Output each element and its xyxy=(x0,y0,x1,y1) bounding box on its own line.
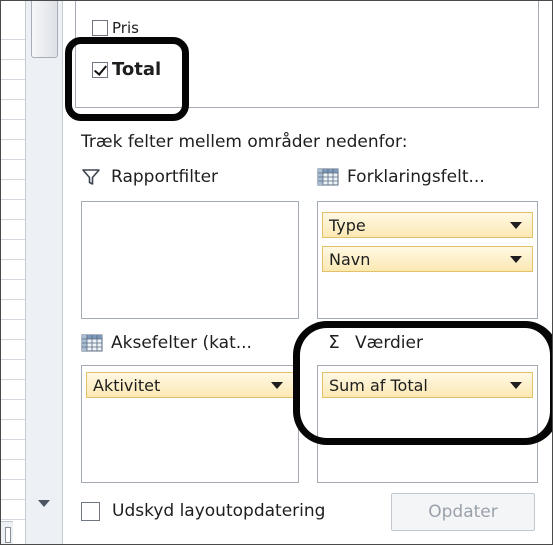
values-title: Værdier xyxy=(355,333,423,353)
report-filter-header: Rapportfilter xyxy=(81,167,218,187)
field-chip-label: Type xyxy=(329,215,366,235)
chevron-down-icon[interactable] xyxy=(510,222,522,229)
field-chip-label: Navn xyxy=(329,249,371,269)
field-chip-sum-af-total[interactable]: Sum af Total xyxy=(322,372,533,398)
chevron-down-icon[interactable] xyxy=(510,382,522,389)
report-filter-drop-area[interactable] xyxy=(81,201,299,319)
field-label-pris: Pris xyxy=(112,19,139,37)
pivot-field-list-window: Pris Total Træk felter mellem områder ne… xyxy=(0,0,553,545)
values-header: Σ Værdier xyxy=(321,332,423,354)
field-item-pris[interactable]: Pris xyxy=(92,19,139,37)
axis-fields-drop-area[interactable]: Aktivitet xyxy=(81,365,299,483)
sigma-icon: Σ xyxy=(328,332,340,353)
filter-icon xyxy=(81,167,101,187)
drag-instruction: Træk felter mellem områder nedenfor: xyxy=(81,132,408,152)
field-list: Pris Total xyxy=(75,1,539,108)
report-filter-title: Rapportfilter xyxy=(111,167,219,187)
field-label-total: Total xyxy=(112,59,162,80)
pivot-field-pane: Pris Total Træk felter mellem områder ne… xyxy=(63,1,552,544)
field-chip-label: Aktivitet xyxy=(93,375,161,395)
chevron-down-icon[interactable] xyxy=(271,382,283,389)
defer-layout-label: Udskyd layoutopdatering xyxy=(112,501,326,521)
vertical-scrollbar[interactable] xyxy=(25,1,63,544)
field-chip-type[interactable]: Type xyxy=(322,212,533,238)
update-button[interactable]: Opdater xyxy=(391,493,535,531)
axis-fields-title: Aksefelter (kat... xyxy=(111,333,252,353)
values-drop-area[interactable]: Sum af Total xyxy=(317,365,538,483)
chevron-down-icon[interactable] xyxy=(510,256,522,263)
axis-fields-header: Aksefelter (kat... xyxy=(81,333,252,353)
field-item-total[interactable]: Total xyxy=(92,59,161,80)
field-checkbox-pris[interactable] xyxy=(92,20,108,36)
legend-fields-header: Forklaringsfelt... xyxy=(317,167,485,187)
defer-layout-checkbox[interactable] xyxy=(81,501,100,521)
defer-layout-update[interactable]: Udskyd layoutopdatering xyxy=(81,501,325,521)
grid-icon xyxy=(81,333,103,353)
worksheet-strip xyxy=(1,1,25,544)
field-chip-aktivitet[interactable]: Aktivitet xyxy=(86,372,294,398)
legend-fields-drop-area[interactable]: Type Navn xyxy=(317,201,538,319)
grid-icon xyxy=(317,167,339,187)
sheet-resize-handle[interactable] xyxy=(1,521,13,544)
field-chip-label: Sum af Total xyxy=(329,375,428,395)
scroll-down-arrow-icon[interactable] xyxy=(32,495,56,511)
field-chip-navn[interactable]: Navn xyxy=(322,246,533,272)
field-checkbox-total[interactable] xyxy=(92,61,108,78)
legend-fields-title: Forklaringsfelt... xyxy=(347,167,485,187)
scrollbar-thumb[interactable] xyxy=(31,1,58,58)
